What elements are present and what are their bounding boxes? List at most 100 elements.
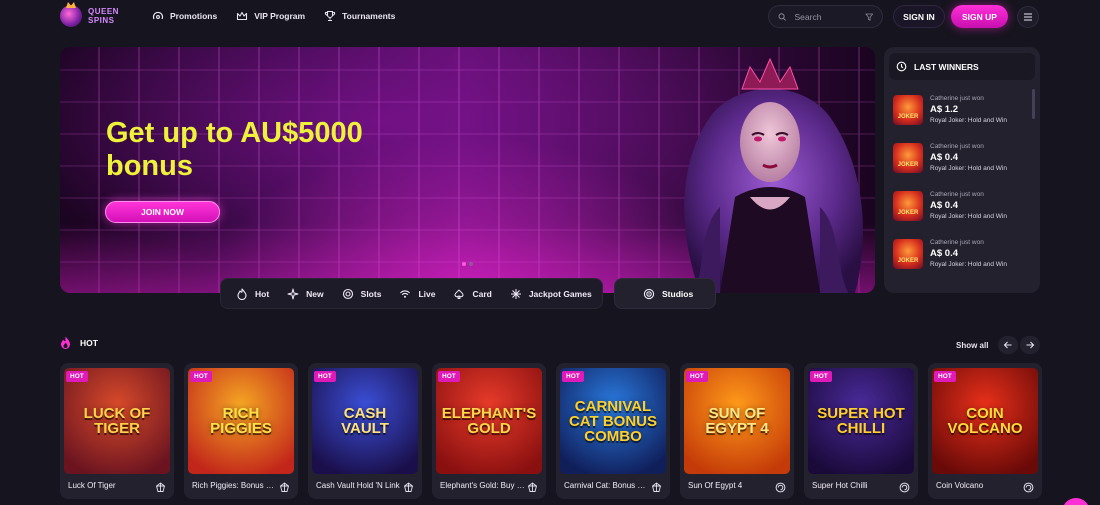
sign-in-button[interactable]: SIGN IN xyxy=(893,5,945,28)
arrow-right-icon xyxy=(1026,341,1035,349)
main-nav: Promotions VIP Program Tournaments xyxy=(152,10,395,22)
logo[interactable]: QUEEN SPINS xyxy=(60,5,119,27)
tab-jackpot-games[interactable]: Jackpot Games xyxy=(510,288,592,300)
game-thumbnail[interactable]: ELEPHANT'S GOLD xyxy=(436,368,542,474)
tab-hot-label: Hot xyxy=(255,288,270,299)
last-winners-header: LAST WINNERS xyxy=(889,53,1035,80)
game-card[interactable]: HOT CASH VAULT Cash Vault Hold 'N Link xyxy=(308,363,422,499)
game-title: Carnival Cat: Bonus Combo xyxy=(564,481,650,490)
game-title: Luck Of Tiger xyxy=(68,481,116,490)
search-box xyxy=(768,5,883,28)
crown-logo-icon xyxy=(60,5,82,27)
show-all-link[interactable]: Show all xyxy=(956,341,988,350)
last-winners-panel: LAST WINNERS Catherine just won A$ 1.2 R… xyxy=(884,47,1040,293)
game-thumbnail[interactable]: CASH VAULT xyxy=(312,368,418,474)
carousel-dot-2[interactable] xyxy=(469,262,473,266)
tab-hot[interactable]: Hot xyxy=(236,287,270,300)
filter-icon[interactable] xyxy=(864,12,874,22)
studios-icon xyxy=(643,288,655,299)
studio-swirl-icon xyxy=(1023,480,1034,493)
nav-vip-program[interactable]: VIP Program xyxy=(236,10,305,22)
winner-item[interactable]: Catherine just won A$ 0.4 Royal Joker: H… xyxy=(893,236,1033,280)
provider-icon xyxy=(527,480,538,492)
logo-line-2: SPINS xyxy=(88,16,115,25)
game-thumbnail[interactable]: RICH PIGGIES xyxy=(188,368,294,474)
game-title: Elephant's Gold: Buy Bonus Combo xyxy=(440,481,526,490)
winner-item[interactable]: Catherine just won A$ 0.4 Royal Joker: H… xyxy=(893,140,1033,184)
game-title: Cash Vault Hold 'N Link xyxy=(316,481,400,490)
category-tabs: Hot New Slots Live Card Jackpot Games xyxy=(220,278,603,309)
game-title: Sun Of Egypt 4 xyxy=(688,481,743,490)
studios-button[interactable]: Studios xyxy=(614,278,716,309)
tab-card[interactable]: Card xyxy=(453,288,492,300)
chat-support-button[interactable] xyxy=(1062,498,1090,505)
live-icon xyxy=(400,290,411,298)
trophy-icon xyxy=(324,10,336,22)
hot-badge: HOT xyxy=(810,371,832,382)
tab-jackpot-label: Jackpot Games xyxy=(528,288,592,299)
game-card[interactable]: HOT SUPER HOT CHILLI Super Hot Chilli xyxy=(804,363,918,499)
tab-slots[interactable]: Slots xyxy=(342,288,382,300)
crown-icon xyxy=(237,11,248,21)
queen-character-illustration xyxy=(684,57,863,293)
game-title: Coin Volcano xyxy=(936,481,984,490)
game-thumbnail[interactable]: LUCK OF TIGER xyxy=(64,368,170,474)
winner-item[interactable]: Catherine just won A$ 1.2 Royal Joker: H… xyxy=(893,92,1033,136)
game-thumbnail[interactable]: CARNIVAL CAT BONUS COMBO xyxy=(560,368,666,474)
winner-game: Royal Joker: Hold and Win xyxy=(930,213,1007,220)
winner-item[interactable]: Catherine just won A$ 0.4 Royal Joker: H… xyxy=(893,188,1033,232)
provider-icon xyxy=(155,480,166,492)
slot-icon xyxy=(342,288,353,299)
menu-button[interactable] xyxy=(1017,6,1039,28)
fire-dice-icon xyxy=(237,287,247,300)
winner-amount: A$ 0.4 xyxy=(930,248,958,259)
nav-promotions[interactable]: Promotions xyxy=(152,10,217,22)
studio-swirl-icon xyxy=(775,480,786,493)
game-card[interactable]: HOT CARNIVAL CAT BONUS COMBO Carnival Cat:… xyxy=(556,363,670,499)
join-now-button[interactable]: JOIN NOW xyxy=(105,201,220,223)
promo-banner[interactable]: Get up to AU$5000 bonus JOIN NOW xyxy=(60,47,875,293)
studio-swirl-icon xyxy=(899,480,910,493)
nav-tournaments-label: Tournaments xyxy=(342,11,396,21)
tab-live[interactable]: Live xyxy=(399,288,435,300)
logo-text: QUEEN SPINS xyxy=(88,7,119,25)
sparkle-icon xyxy=(287,288,299,299)
search-input[interactable] xyxy=(794,11,857,22)
sign-up-button[interactable]: SIGN UP xyxy=(951,5,1008,28)
provider-icon xyxy=(403,480,414,492)
game-thumbnail[interactable]: SUN OF EGYPT 4 xyxy=(684,368,790,474)
game-card[interactable]: HOT ELEPHANT'S GOLD Elephant's Gold: Buy B… xyxy=(432,363,546,499)
game-title: Super Hot Chilli xyxy=(812,481,868,490)
game-card[interactable]: HOT COIN VOLCANO Coin Volcano xyxy=(928,363,1042,499)
provider-icon xyxy=(279,480,290,492)
tab-new-label: New xyxy=(306,288,324,299)
tab-live-label: Live xyxy=(418,288,436,299)
tab-new[interactable]: New xyxy=(287,288,324,300)
game-logo-text: ELEPHANT'S GOLD xyxy=(441,405,537,437)
hot-games-row: HOT LUCK OF TIGER Luck Of Tiger HOT RICH PIG… xyxy=(60,363,1042,499)
tab-slots-label: Slots xyxy=(360,288,382,299)
game-logo-text: LUCK OF TIGER xyxy=(83,405,151,437)
hot-badge: HOT xyxy=(66,371,88,382)
hot-badge: HOT xyxy=(190,371,212,382)
nav-tournaments[interactable]: Tournaments xyxy=(324,10,395,22)
fire-icon xyxy=(61,336,70,349)
hot-badge: HOT xyxy=(314,371,336,382)
game-card[interactable]: HOT SUN OF EGYPT 4 Sun Of Egypt 4 xyxy=(680,363,794,499)
game-logo-text: RICH PIGGIES xyxy=(210,405,272,437)
game-thumbnail[interactable]: COIN VOLCANO xyxy=(932,368,1038,474)
scroll-left-button[interactable] xyxy=(998,336,1018,354)
jackpot-icon xyxy=(510,288,521,299)
game-card[interactable]: HOT RICH PIGGIES Rich Piggies: Bonus Combo xyxy=(184,363,298,499)
game-logo-text: CASH VAULT xyxy=(341,405,389,437)
winner-amount: A$ 1.2 xyxy=(930,104,958,115)
hot-badge: HOT xyxy=(934,371,956,382)
winner-name: Catherine just won xyxy=(930,239,984,246)
tab-card-label: Card xyxy=(472,288,492,299)
winner-game: Royal Joker: Hold and Win xyxy=(930,165,1007,172)
carousel-dot-1[interactable] xyxy=(462,262,466,266)
game-thumbnail[interactable]: SUPER HOT CHILLI xyxy=(808,368,914,474)
scroll-right-button[interactable] xyxy=(1020,336,1040,354)
game-card[interactable]: HOT LUCK OF TIGER Luck Of Tiger xyxy=(60,363,174,499)
game-title: Rich Piggies: Bonus Combo xyxy=(192,481,278,490)
